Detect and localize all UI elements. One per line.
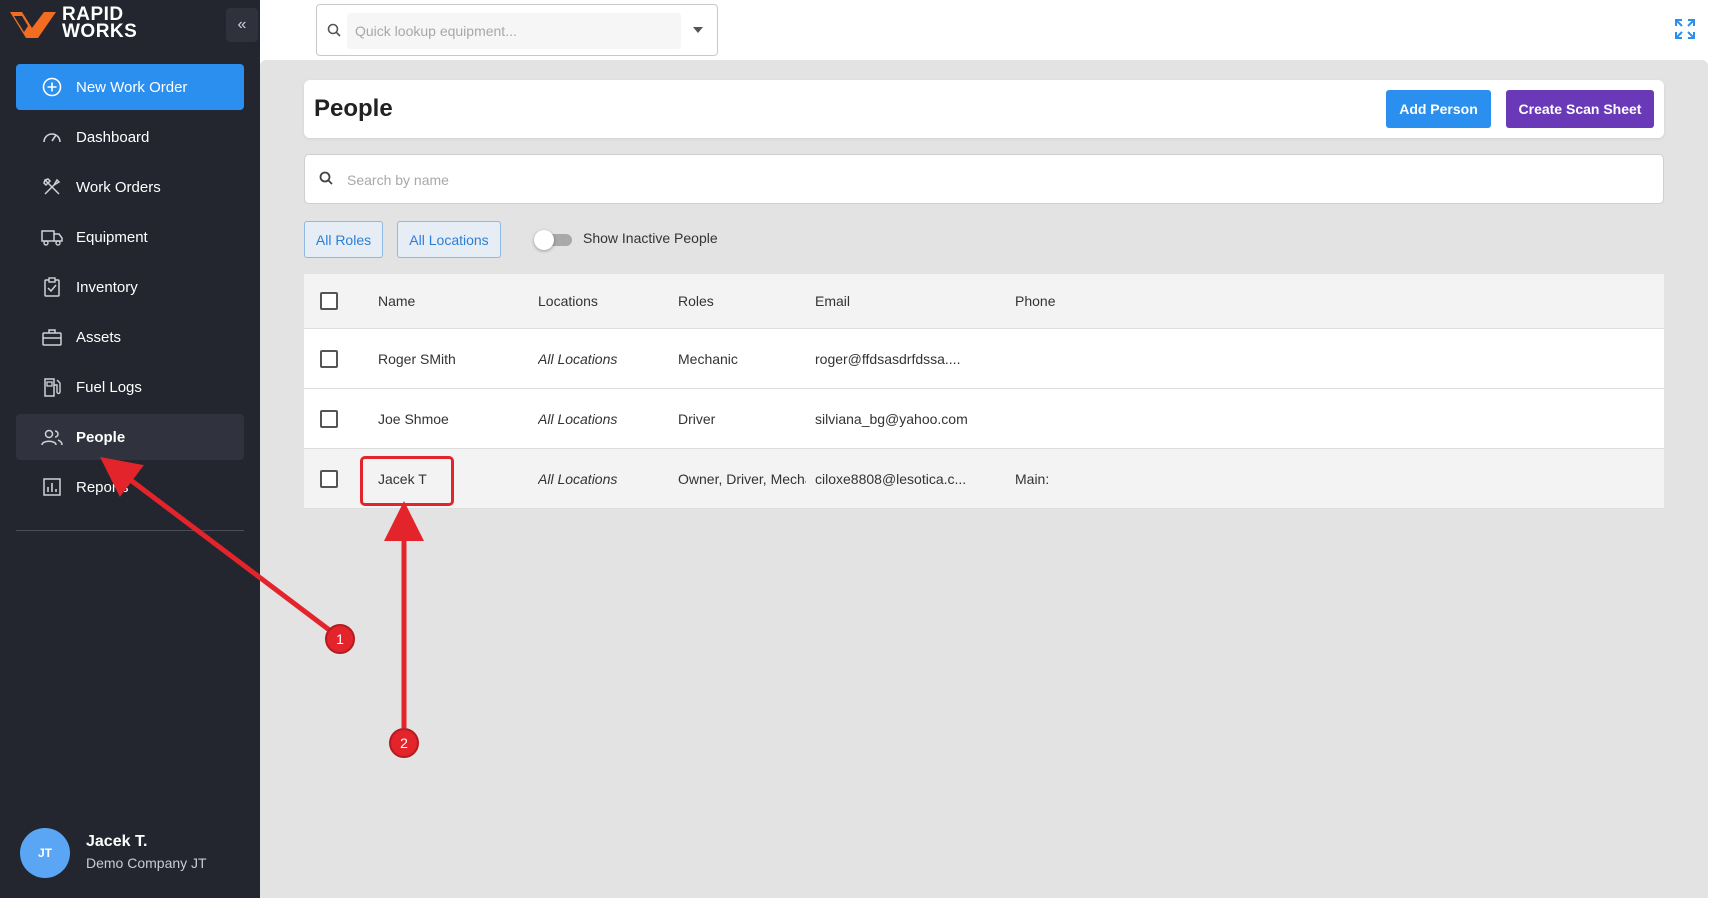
person-phone	[1015, 329, 1165, 388]
sidebar-item-label: Equipment	[76, 228, 148, 246]
tools-icon	[40, 177, 64, 197]
column-header-name[interactable]: Name	[378, 274, 528, 328]
person-locations: All Locations	[538, 470, 618, 487]
avatar[interactable]: JT	[20, 828, 70, 878]
person-locations: All Locations	[538, 350, 618, 367]
column-header-phone[interactable]: Phone	[1015, 274, 1165, 328]
sidebar-item-label: Fuel Logs	[76, 378, 142, 396]
sidebar-item-reports[interactable]: Reports	[16, 464, 244, 510]
logo-text: RAPID WORKS	[62, 5, 138, 42]
gauge-icon	[40, 128, 64, 146]
table-header: Name Locations Roles Email Phone	[304, 274, 1664, 329]
person-phone	[1015, 389, 1165, 448]
new-work-order-button[interactable]: New Work Order	[16, 64, 244, 110]
person-phone: Main:	[1015, 470, 1050, 487]
sidebar-item-label: Work Orders	[76, 178, 161, 196]
user-name: Jacek T.	[86, 833, 148, 850]
sidebar-item-work-orders[interactable]: Work Orders	[16, 164, 244, 210]
sidebar-item-dashboard[interactable]: Dashboard	[16, 114, 244, 160]
person-email: silviana_bg@yahoo.com	[815, 410, 968, 427]
top-bar	[260, 0, 1728, 60]
row-checkbox[interactable]	[320, 469, 338, 488]
search-icon	[319, 171, 333, 190]
people-icon	[40, 428, 64, 446]
person-name[interactable]: Roger SMith	[378, 329, 528, 388]
main-content: People Add Person Create Scan Sheet All …	[260, 60, 1708, 898]
equipment-lookup[interactable]	[316, 4, 718, 56]
sidebar-item-label: Inventory	[76, 278, 138, 296]
select-all-cell	[304, 274, 350, 328]
sidebar-item-assets[interactable]: Assets	[16, 314, 244, 360]
row-select-cell	[304, 329, 350, 388]
person-roles: Mechanic	[678, 350, 738, 367]
select-all-checkbox[interactable]	[320, 292, 338, 310]
row-checkbox[interactable]	[320, 409, 338, 428]
plus-circle-icon	[42, 77, 62, 97]
person-email: ciloxe8808@lesotica.c...	[815, 470, 967, 487]
sidebar-item-label: Dashboard	[76, 128, 150, 146]
show-inactive-toggle[interactable]	[534, 230, 572, 250]
table-row[interactable]: Roger SMith All Locations Mechanic roger…	[304, 329, 1664, 389]
equipment-lookup-input[interactable]	[347, 13, 681, 49]
column-header-roles[interactable]: Roles	[678, 274, 808, 328]
column-header-locations[interactable]: Locations	[538, 274, 668, 328]
sidebar-divider	[16, 530, 244, 531]
all-locations-filter[interactable]: All Locations	[397, 221, 501, 258]
page-header: People Add Person Create Scan Sheet	[304, 80, 1664, 138]
sidebar-item-inventory[interactable]: Inventory	[16, 264, 244, 310]
user-company: Demo Company JT	[86, 855, 207, 871]
add-person-button[interactable]: Add Person	[1386, 90, 1491, 128]
fuel-pump-icon	[40, 377, 64, 397]
sidebar-item-people[interactable]: People	[16, 414, 244, 460]
table-row[interactable]: Joe Shmoe All Locations Driver silviana_…	[304, 389, 1664, 449]
search-by-name-input[interactable]	[347, 165, 1647, 195]
truck-icon	[40, 228, 64, 246]
person-email: roger@ffdsasdrfdssa....	[815, 350, 961, 367]
toggle-knob	[534, 230, 554, 250]
logo-mark-icon	[10, 12, 56, 38]
all-roles-filter[interactable]: All Roles	[304, 221, 383, 258]
new-work-order-label: New Work Order	[76, 78, 188, 96]
person-name[interactable]: Joe Shmoe	[378, 389, 528, 448]
show-inactive-label: Show Inactive People	[583, 230, 718, 246]
person-roles: Owner, Driver, Mecha	[678, 470, 806, 487]
person-locations: All Locations	[538, 410, 618, 427]
sidebar-item-fuel-logs[interactable]: Fuel Logs	[16, 364, 244, 410]
row-checkbox[interactable]	[320, 349, 338, 368]
search-by-name[interactable]	[304, 154, 1664, 204]
person-roles: Driver	[678, 410, 716, 427]
chevron-down-icon[interactable]	[693, 27, 703, 33]
table-row[interactable]: Jacek T All Locations Owner, Driver, Mec…	[304, 449, 1664, 509]
person-name[interactable]: Jacek T	[378, 449, 528, 508]
briefcase-icon	[40, 328, 64, 346]
create-scan-sheet-button[interactable]: Create Scan Sheet	[1506, 90, 1654, 128]
chart-icon	[40, 478, 64, 496]
sidebar-item-label: Reports	[76, 478, 129, 496]
sidebar-item-label: People	[76, 428, 126, 446]
user-profile[interactable]: JT Jacek T. Demo Company JT	[20, 828, 250, 878]
sidebar: RAPID WORKS « New Work Order Dashboard W…	[0, 0, 260, 898]
row-select-cell	[304, 449, 350, 508]
clipboard-check-icon	[40, 277, 64, 297]
collapse-sidebar-button[interactable]: «	[226, 8, 258, 42]
rapid-works-logo[interactable]: RAPID WORKS	[8, 5, 138, 42]
lookup-input-wrapper	[347, 13, 681, 49]
double-chevron-left-icon: «	[237, 16, 247, 33]
sidebar-item-label: Assets	[76, 328, 122, 346]
fullscreen-icon[interactable]	[1674, 18, 1698, 42]
search-icon	[327, 23, 341, 42]
column-header-email[interactable]: Email	[815, 274, 995, 328]
right-gutter	[1708, 60, 1728, 898]
logo-line-2: WORKS	[62, 21, 138, 42]
row-select-cell	[304, 389, 350, 448]
sidebar-item-equipment[interactable]: Equipment	[16, 214, 244, 260]
page-title: People	[314, 95, 393, 122]
